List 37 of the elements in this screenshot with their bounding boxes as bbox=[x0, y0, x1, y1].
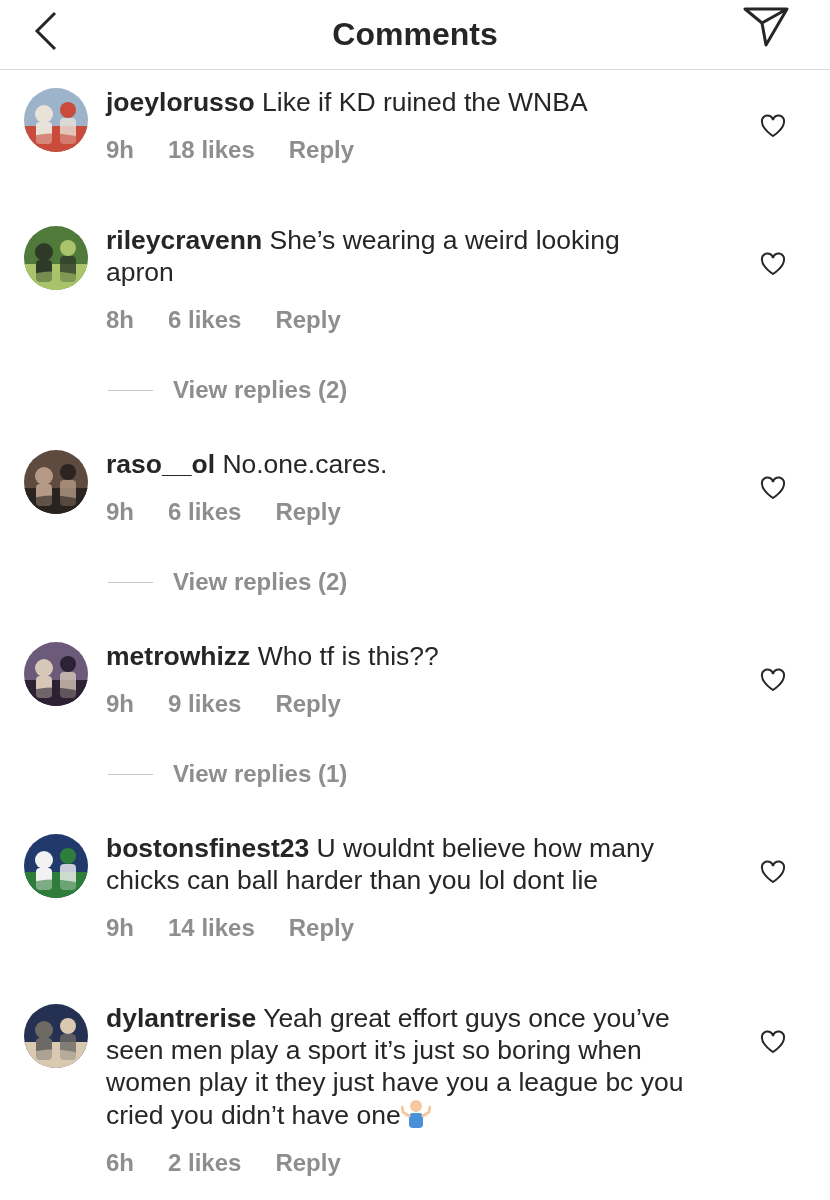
reply-button[interactable]: Reply bbox=[275, 686, 341, 722]
reply-button[interactable]: Reply bbox=[288, 132, 355, 168]
back-icon[interactable] bbox=[34, 10, 58, 52]
comment-text: bostonsfinest23 U wouldnt believe how many chicks can ball harder than you lol dont lie bbox=[106, 832, 655, 896]
like-count[interactable]: 2 likes bbox=[168, 1145, 242, 1181]
comment-text: rileycravenn She’s wearing a weird looking apron bbox=[106, 224, 621, 288]
comment-text: raso__ol No.one.cares. bbox=[106, 448, 389, 480]
comment-text: metrowhizz Who tf is this?? bbox=[106, 640, 440, 672]
comment-time: 9h bbox=[106, 497, 134, 527]
reply-button[interactable]: Reply bbox=[275, 1145, 341, 1181]
heart-icon[interactable] bbox=[760, 1030, 786, 1054]
like-count[interactable]: 14 likes bbox=[168, 910, 255, 946]
comment-time: 9h bbox=[106, 135, 134, 165]
like-count[interactable]: 6 likes bbox=[168, 302, 242, 338]
page-title: Comments bbox=[332, 15, 498, 54]
heart-icon[interactable] bbox=[760, 252, 786, 276]
comment-text: joeylorusso Like if KD ruined the WNBA bbox=[106, 86, 589, 118]
heart-icon[interactable] bbox=[760, 860, 786, 884]
comment-time: 9h bbox=[106, 689, 134, 719]
heart-icon[interactable] bbox=[760, 114, 786, 138]
like-count[interactable]: 18 likes bbox=[168, 132, 255, 168]
view-replies-link[interactable]: View replies (2) bbox=[173, 372, 348, 408]
comment-time: 8h bbox=[106, 305, 134, 335]
like-count[interactable]: 6 likes bbox=[168, 494, 242, 530]
comment-time: 9h bbox=[106, 913, 134, 943]
reply-button[interactable]: Reply bbox=[275, 302, 341, 338]
comment-time: 6h bbox=[106, 1148, 134, 1178]
person-shrugging-icon bbox=[400, 1098, 431, 1128]
view-replies-link[interactable]: View replies (1) bbox=[173, 756, 348, 792]
reply-button[interactable]: Reply bbox=[275, 494, 341, 530]
heart-icon[interactable] bbox=[760, 476, 786, 500]
like-count[interactable]: 9 likes bbox=[168, 686, 242, 722]
view-replies-link[interactable]: View replies (2) bbox=[173, 564, 348, 600]
reply-button[interactable]: Reply bbox=[288, 910, 355, 946]
heart-icon[interactable] bbox=[760, 668, 786, 692]
comment-text: dylantrerise Yeah great effort guys once you’ve seen men play a sport it’s just so boring when women play it they just have you a league bc you cried you didn’t have one bbox=[106, 1002, 685, 1131]
send-icon[interactable] bbox=[742, 6, 790, 48]
